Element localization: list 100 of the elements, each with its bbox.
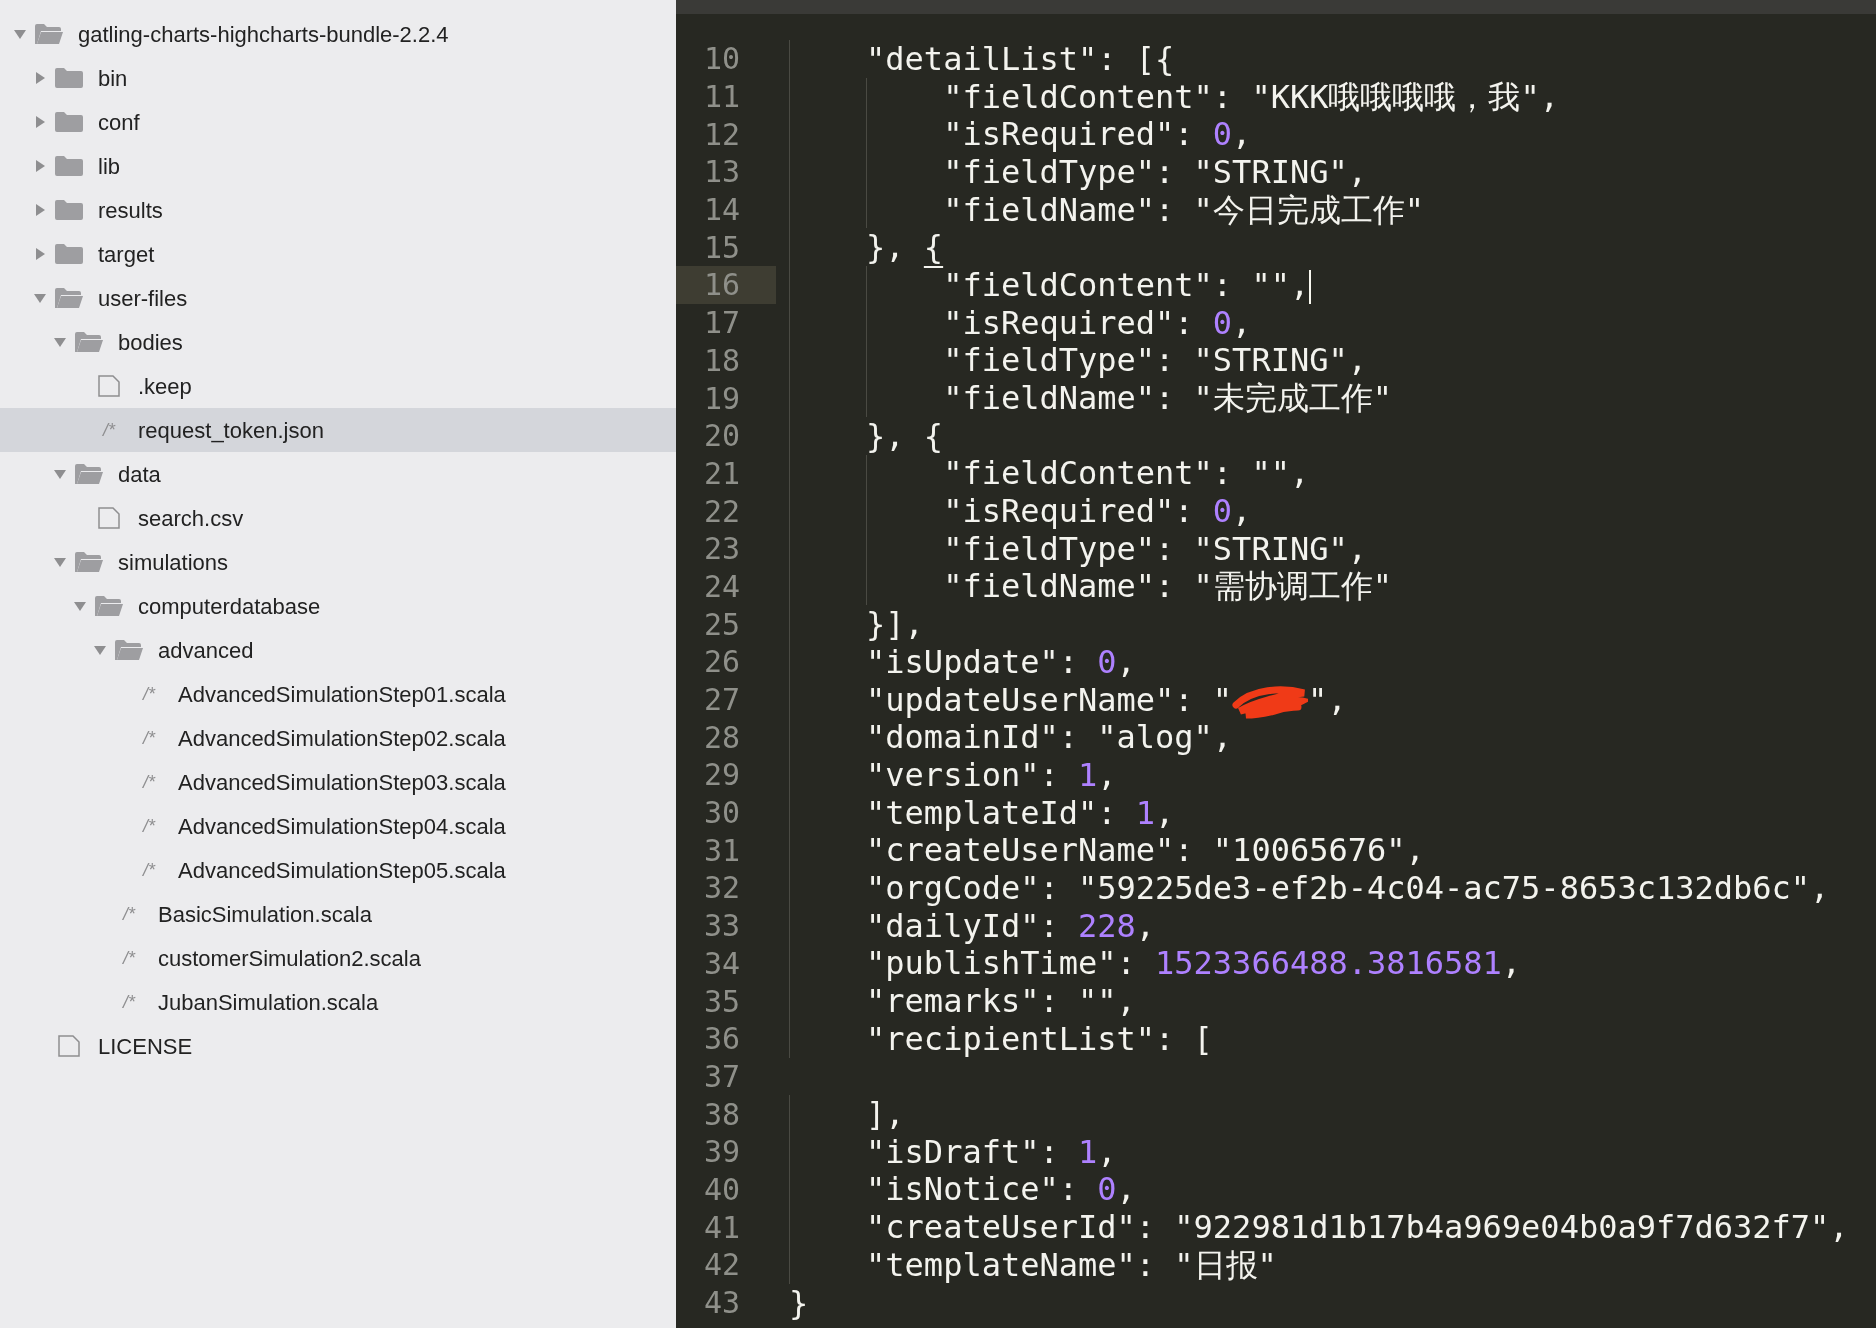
open-folder-icon [94, 594, 124, 618]
line-number: 40 [702, 1170, 741, 1209]
line-number: 29 [702, 756, 741, 794]
line-number: 41 [702, 1208, 741, 1246]
code-file-icon: /* [103, 416, 115, 444]
line-number: 23 [702, 530, 741, 568]
open-folder-icon [54, 286, 84, 310]
folder-icon [54, 66, 84, 90]
code-file-icon: /* [143, 812, 155, 840]
line-number: 43 [702, 1284, 741, 1322]
file-item[interactable]: /* AdvancedSimulationStep05.scala [0, 848, 676, 892]
collapsed-arrow-icon[interactable] [33, 115, 47, 129]
folder-item[interactable]: conf [0, 100, 676, 144]
collapsed-arrow-icon[interactable] [33, 159, 47, 173]
collapsed-arrow-icon[interactable] [33, 247, 47, 261]
expanded-arrow-icon[interactable] [13, 27, 27, 41]
code-line: "fieldName": "今日完成工作" [942, 190, 1425, 231]
folder-item[interactable]: bodies [0, 320, 676, 364]
file-item[interactable]: search.csv [0, 496, 676, 540]
line-number: 34 [702, 944, 741, 983]
line-number: 35 [702, 982, 741, 1020]
collapsed-arrow-icon[interactable] [33, 203, 47, 217]
expanded-arrow-icon[interactable] [53, 335, 67, 349]
text-cursor [1309, 269, 1312, 304]
folder-item[interactable]: results [0, 188, 676, 232]
line-number: 17 [702, 304, 741, 342]
code-line: "fieldName": "需协调工作" [942, 567, 1393, 608]
code-file-icon: /* [143, 856, 155, 884]
line-number: 19 [702, 379, 741, 417]
line-number: 37 [702, 1057, 741, 1096]
line-number: 18 [702, 341, 741, 380]
file-icon [57, 1034, 81, 1058]
file-item[interactable]: /* AdvancedSimulationStep03.scala [0, 760, 676, 804]
line-number: 33 [702, 907, 741, 945]
line-number: 38 [702, 1095, 741, 1133]
line-number: 11 [702, 78, 741, 116]
line-number: 10 [702, 40, 741, 78]
line-number: 31 [702, 831, 741, 870]
line-number: 27 [702, 681, 741, 719]
line-number: 39 [702, 1133, 741, 1171]
file-item[interactable]: LICENSE [0, 1024, 676, 1068]
expanded-arrow-icon[interactable] [93, 643, 107, 657]
folder-item[interactable]: user-files [0, 276, 676, 320]
open-folder-icon [34, 22, 64, 46]
file-item[interactable]: /* customerSimulation2.scala [0, 936, 676, 980]
open-folder-icon [114, 638, 144, 662]
line-number: 26 [702, 643, 741, 681]
folder-item[interactable]: data [0, 452, 676, 496]
line-number: 22 [702, 492, 741, 530]
open-folder-icon [74, 330, 104, 354]
folder-item[interactable]: bin [0, 56, 676, 100]
file-item[interactable]: /* AdvancedSimulationStep02.scala [0, 716, 676, 760]
folder-icon [54, 242, 84, 266]
file-item[interactable]: /* JubanSimulation.scala [0, 980, 676, 1024]
open-folder-icon [74, 462, 104, 486]
open-folder-icon [74, 550, 104, 574]
folder-icon [54, 154, 84, 178]
expanded-arrow-icon[interactable] [73, 599, 87, 613]
folder-item[interactable]: simulations [0, 540, 676, 584]
line-number: 32 [702, 869, 741, 907]
line-number: 15 [702, 228, 741, 267]
line-number: 25 [702, 605, 741, 643]
folder-item[interactable]: lib [0, 144, 676, 188]
expanded-arrow-icon[interactable] [33, 291, 47, 305]
folder-icon [54, 198, 84, 222]
line-number: 21 [702, 454, 741, 493]
folder-item[interactable]: advanced [0, 628, 676, 672]
line-number: 14 [702, 191, 741, 229]
code-file-icon: /* [123, 988, 135, 1016]
code-line: "updateUserName": " ", [865, 680, 1347, 721]
code-file-icon: /* [123, 900, 135, 928]
line-number: 12 [702, 115, 741, 154]
line-number: 24 [702, 567, 741, 606]
line-number: 13 [702, 153, 741, 191]
code-line: } [789, 1282, 809, 1324]
collapsed-arrow-icon[interactable] [33, 71, 47, 85]
folder-item[interactable]: gatling-charts-highcharts-bundle-2.2.4 [0, 12, 676, 56]
file-item[interactable]: /* AdvancedSimulationStep04.scala [0, 804, 676, 848]
code-file-icon: /* [143, 680, 155, 708]
expanded-arrow-icon[interactable] [53, 467, 67, 481]
line-number: 16 [676, 266, 776, 304]
line-number: 20 [702, 417, 741, 455]
code-line: }, { [865, 415, 944, 457]
folder-icon [54, 110, 84, 134]
expanded-arrow-icon[interactable] [53, 555, 67, 569]
folder-item[interactable]: target [0, 232, 676, 276]
folder-item[interactable]: computerdatabase [0, 584, 676, 628]
file-item[interactable]: /* request_token.json [0, 408, 676, 452]
line-number: 42 [702, 1246, 741, 1284]
code-line: "dailyId": 228, [865, 906, 1156, 947]
line-number: 36 [702, 1020, 741, 1058]
code-line: }, { [865, 227, 944, 269]
code-file-icon: /* [143, 768, 155, 796]
file-item[interactable]: /* BasicSimulation.scala [0, 892, 676, 936]
line-number: 28 [702, 718, 741, 757]
file-item[interactable]: /* AdvancedSimulationStep01.scala [0, 672, 676, 716]
code-file-icon: /* [123, 944, 135, 972]
line-number: 30 [702, 794, 741, 832]
code-file-icon: /* [143, 724, 155, 752]
file-item[interactable]: .keep [0, 364, 676, 408]
